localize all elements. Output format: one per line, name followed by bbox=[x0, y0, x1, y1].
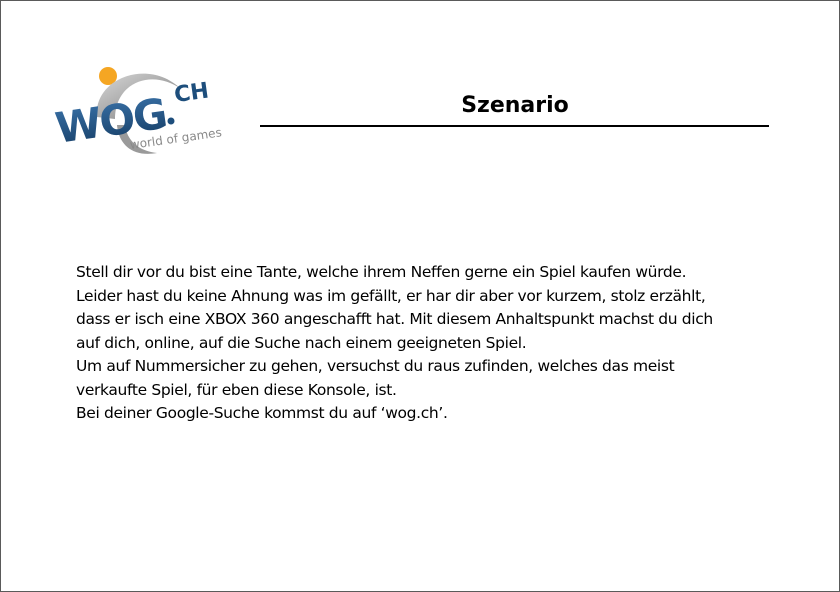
title-underline bbox=[260, 125, 769, 127]
scenario-text: Stell dir vor du bist eine Tante, welche… bbox=[76, 261, 776, 426]
scenario-line: dass er isch eine XBOX 360 angeschafft h… bbox=[76, 310, 713, 328]
slide-title: Szenario bbox=[461, 93, 569, 118]
scenario-line: Leider hast du keine Ahnung was im gefäl… bbox=[76, 286, 706, 305]
scenario-line: Um auf Nummersicher zu gehen, versuchst … bbox=[76, 357, 675, 375]
scenario-line: Bei deiner Google-Suche kommst du auf ‘w… bbox=[76, 404, 448, 422]
scenario-line: auf dich, online, auf die Suche nach ein… bbox=[76, 333, 527, 352]
wog-logo: WOG CH world of games bbox=[53, 59, 233, 159]
slide: WOG CH world of games Szenario Stell dir… bbox=[0, 0, 840, 592]
scenario-line: verkaufte Spiel, für eben diese Konsole,… bbox=[76, 380, 397, 399]
scenario-line: Stell dir vor du bist eine Tante, welche… bbox=[76, 263, 687, 281]
logo-dot bbox=[167, 117, 175, 125]
wog-logo-graphic: WOG CH world of games bbox=[53, 67, 223, 154]
logo-ch-text: CH bbox=[173, 78, 211, 108]
